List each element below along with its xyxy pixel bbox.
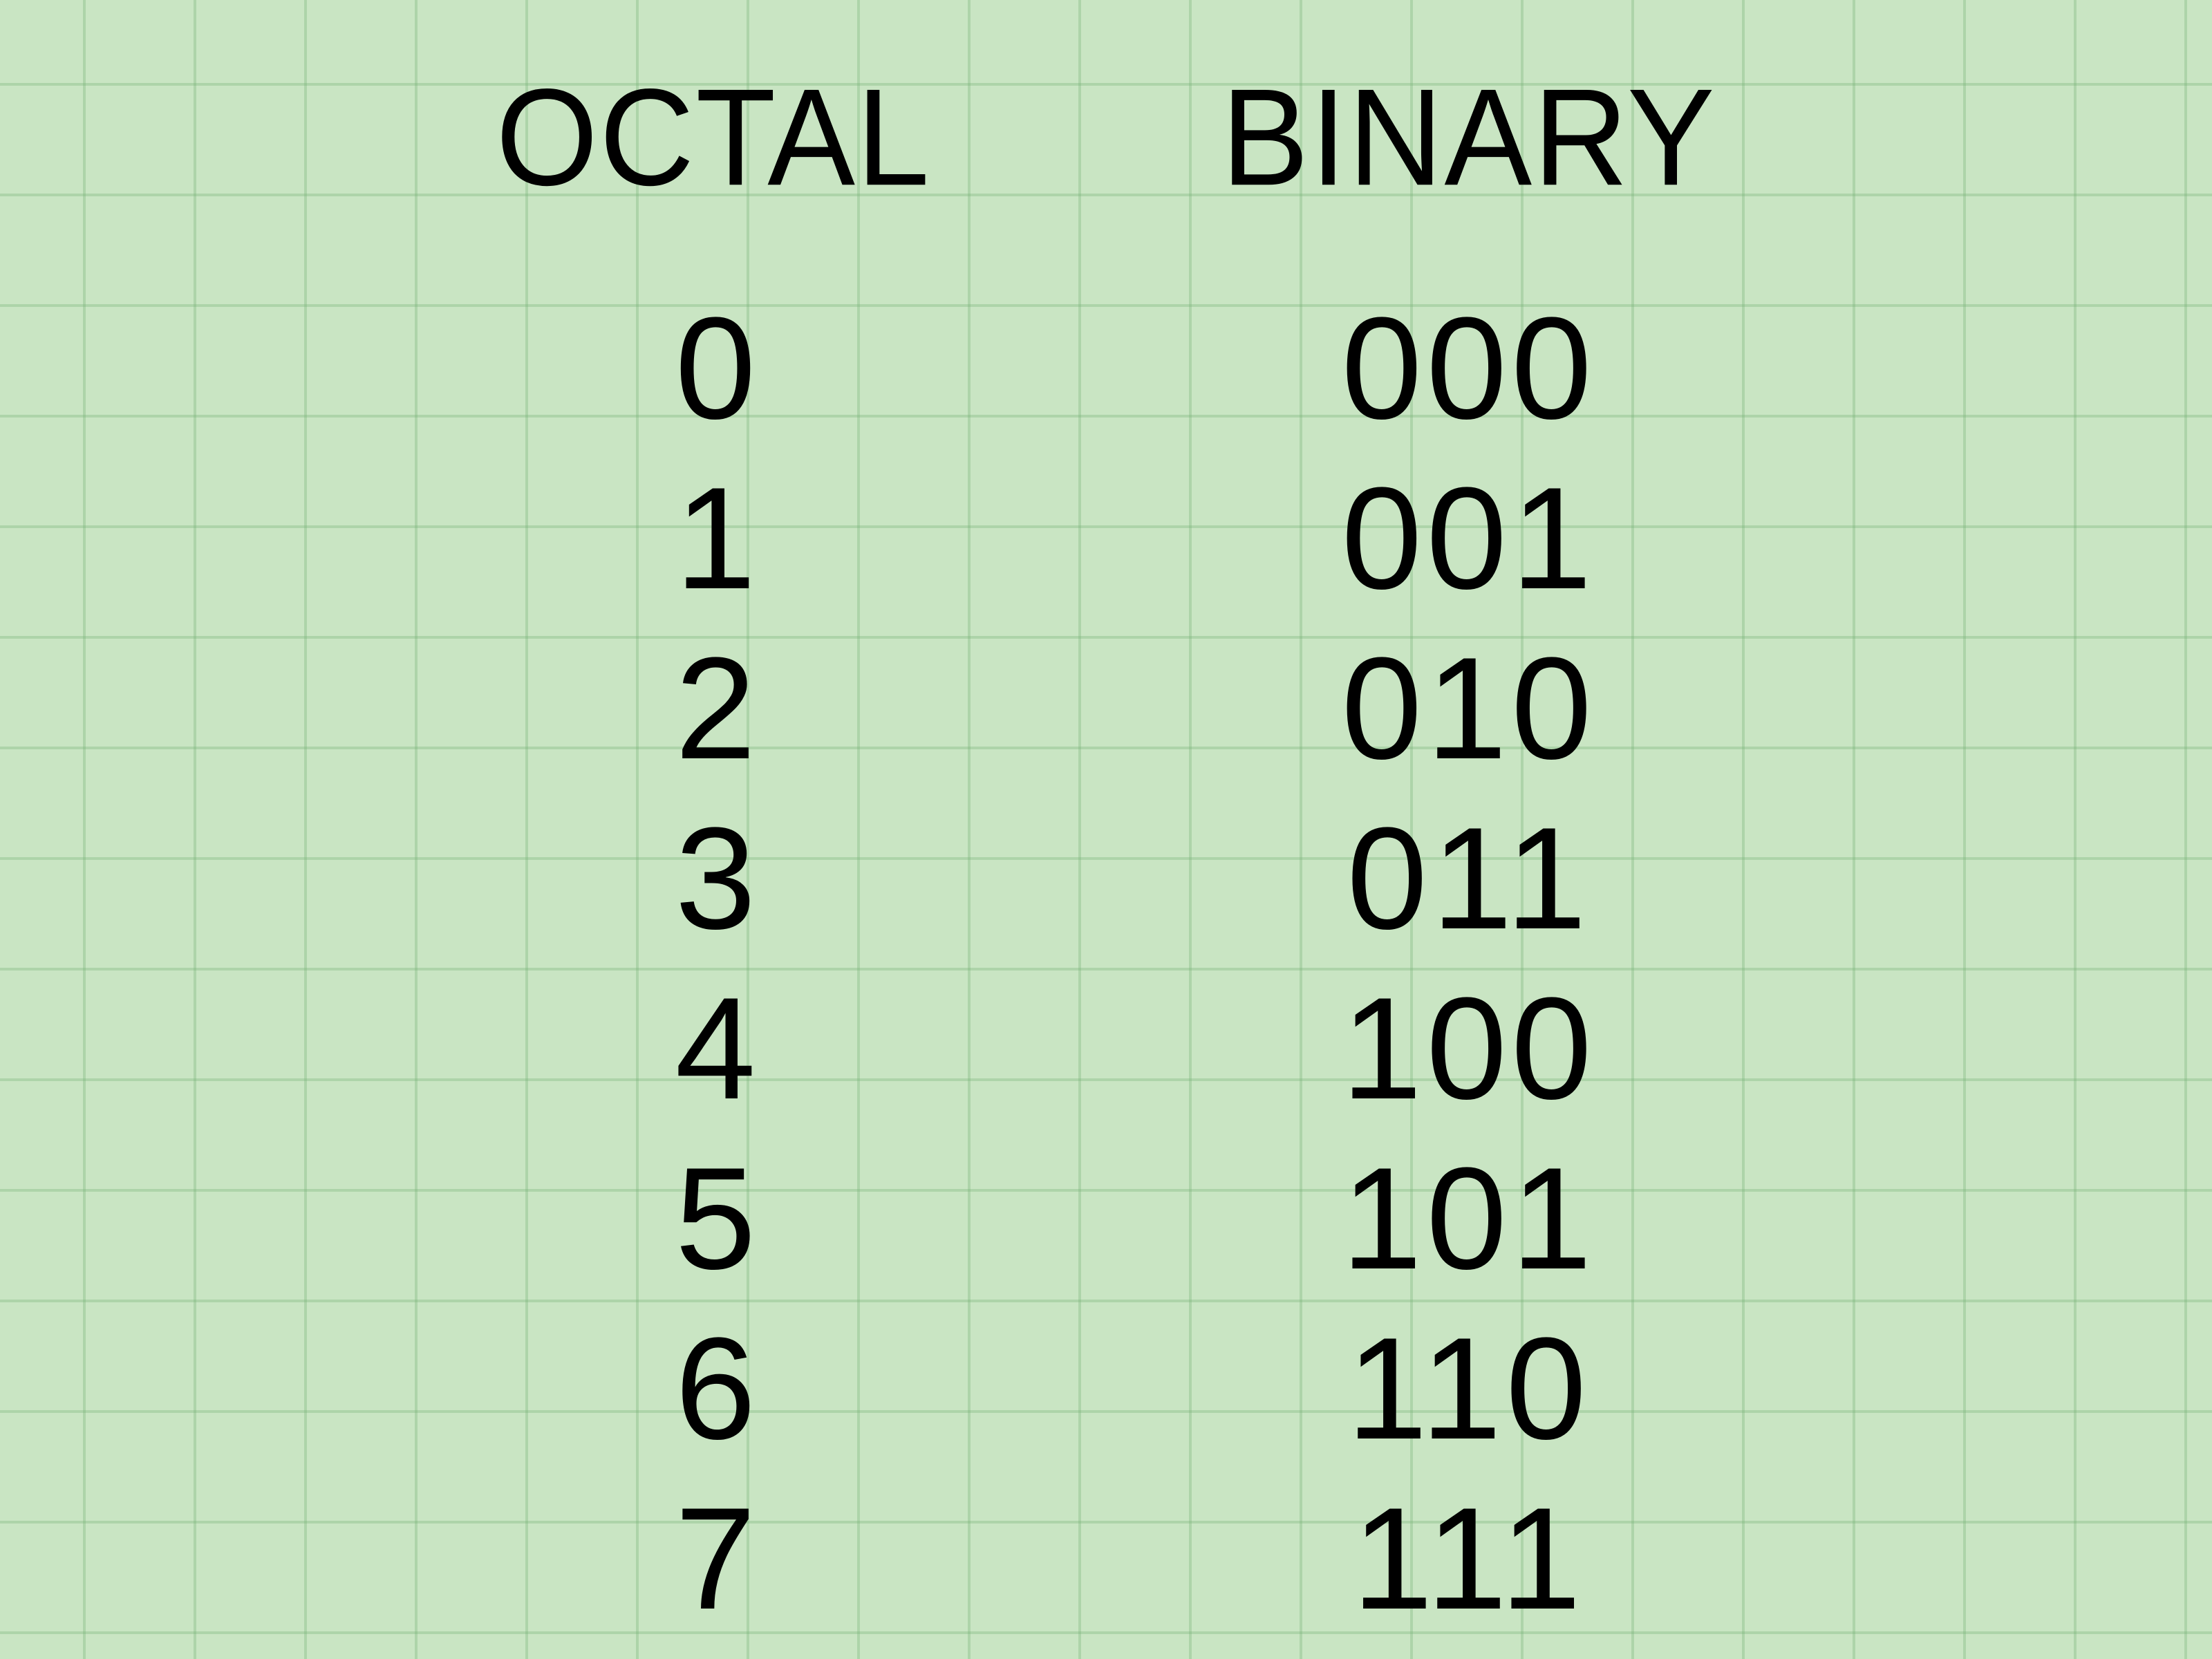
- octal-value-0: 0: [675, 296, 752, 441]
- binary-value-7: 111: [1352, 1486, 1585, 1631]
- binary-value-0: 000: [1341, 296, 1595, 441]
- octal-column: OCTAL 0 1 2 3 4 5 6 7: [496, 62, 930, 1631]
- binary-value-2: 010: [1341, 636, 1595, 781]
- octal-value-3: 3: [675, 806, 752, 951]
- octal-value-1: 1: [675, 466, 752, 611]
- binary-values: 000 001 010 011 100 101 110 111: [1341, 296, 1595, 1631]
- conversion-table: OCTAL 0 1 2 3 4 5 6 7 BINARY 000 001 010…: [0, 0, 2212, 1631]
- binary-value-6: 110: [1347, 1316, 1591, 1461]
- binary-value-1: 001: [1341, 466, 1595, 611]
- octal-header: OCTAL: [496, 59, 930, 217]
- binary-column: BINARY 000 001 010 011 100 101 110 111: [1221, 62, 1716, 1631]
- binary-value-5: 101: [1341, 1146, 1595, 1291]
- octal-value-6: 6: [675, 1316, 752, 1461]
- octal-values: 0 1 2 3 4 5 6 7: [675, 296, 752, 1631]
- octal-value-5: 5: [675, 1146, 752, 1291]
- binary-header: BINARY: [1221, 59, 1716, 217]
- octal-value-4: 4: [675, 976, 752, 1121]
- octal-value-7: 7: [675, 1486, 752, 1631]
- octal-value-2: 2: [675, 636, 752, 781]
- binary-value-3: 011: [1347, 806, 1591, 951]
- binary-value-4: 100: [1341, 976, 1595, 1121]
